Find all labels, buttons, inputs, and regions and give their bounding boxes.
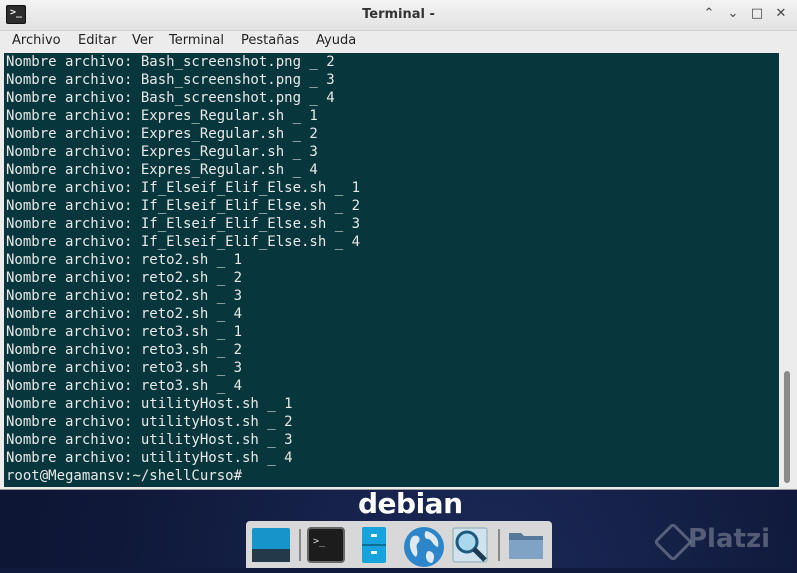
- terminal-line: Nombre archivo: If_Elseif_Elif_Else.sh _…: [6, 234, 361, 250]
- folder-icon[interactable]: [506, 525, 546, 565]
- dock-separator: [498, 529, 500, 561]
- terminal-line: Nombre archivo: If_Elseif_Elif_Else.sh _…: [6, 216, 361, 232]
- minimize-icon[interactable]: ⌄: [725, 6, 741, 22]
- terminal-scrollbar[interactable]: [780, 53, 795, 487]
- menu-terminal[interactable]: Terminal: [169, 33, 224, 48]
- terminal-line: Nombre archivo: reto3.sh _ 2: [6, 342, 243, 358]
- terminal-line: Nombre archivo: Bash_screenshot.png _ 2: [6, 54, 335, 70]
- menu-pestanas[interactable]: Pestañas: [241, 33, 299, 48]
- dock-separator: [299, 529, 301, 561]
- terminal-line: Nombre archivo: reto2.sh _ 3: [6, 288, 243, 304]
- terminal-line: Nombre archivo: Expres_Regular.sh _ 3: [6, 144, 318, 160]
- terminal-output[interactable]: Nombre archivo: Bash_screenshot.png _ 2 N…: [4, 53, 779, 487]
- terminal-window: >_ Terminal - ⌃ ⌄ □ ✕ Archivo Editar Ver…: [0, 0, 797, 490]
- terminal-line: Nombre archivo: Expres_Regular.sh _ 1: [6, 108, 318, 124]
- window-controls: ⌃ ⌄ □ ✕: [701, 6, 789, 22]
- terminal-line: Nombre archivo: utilityHost.sh _ 3: [6, 432, 293, 448]
- show-desktop-icon[interactable]: [251, 525, 291, 565]
- menu-bar: Archivo Editar Ver Terminal Pestañas Ayu…: [0, 31, 797, 53]
- terminal-line: Nombre archivo: utilityHost.sh _ 2: [6, 414, 293, 430]
- debian-logo: debian: [358, 487, 463, 520]
- terminal-line: Nombre archivo: utilityHost.sh _ 1: [6, 396, 293, 412]
- menu-archivo[interactable]: Archivo: [12, 33, 61, 48]
- terminal-line: Nombre archivo: reto3.sh _ 4: [6, 378, 243, 394]
- window-title: Terminal -: [362, 7, 435, 22]
- terminal-icon[interactable]: >_: [306, 525, 346, 565]
- terminal-line: Nombre archivo: Bash_screenshot.png _ 3: [6, 72, 335, 88]
- menu-editar[interactable]: Editar: [78, 33, 117, 48]
- terminal-line: Nombre archivo: reto2.sh _ 1: [6, 252, 243, 268]
- terminal-line: Nombre archivo: reto3.sh _ 3: [6, 360, 243, 376]
- terminal-text: Nombre archivo: Bash_screenshot.png _ 2 N…: [6, 53, 360, 485]
- roll-up-icon[interactable]: ⌃: [701, 6, 717, 22]
- dock-panel: >_: [246, 521, 552, 568]
- file-manager-icon[interactable]: [354, 525, 394, 565]
- terminal-line: Nombre archivo: Expres_Regular.sh _ 4: [6, 162, 318, 178]
- terminal-line: Nombre archivo: If_Elseif_Elif_Else.sh _…: [6, 198, 361, 214]
- terminal-line: Nombre archivo: utilityHost.sh _ 4: [6, 450, 293, 466]
- terminal-line: Nombre archivo: reto2.sh _ 2: [6, 270, 243, 286]
- scrollbar-thumb[interactable]: [784, 371, 790, 483]
- close-icon[interactable]: ✕: [773, 6, 789, 22]
- platzi-watermark: Platzi: [688, 524, 770, 554]
- title-bar[interactable]: >_ Terminal - ⌃ ⌄ □ ✕: [0, 0, 797, 31]
- terminal-line: Nombre archivo: Bash_screenshot.png _ 4: [6, 90, 335, 106]
- terminal-line: Nombre archivo: Expres_Regular.sh _ 2: [6, 126, 318, 142]
- terminal-line: Nombre archivo: reto3.sh _ 1: [6, 324, 243, 340]
- menu-ayuda[interactable]: Ayuda: [316, 33, 356, 48]
- menu-ver[interactable]: Ver: [132, 33, 153, 48]
- app-finder-icon[interactable]: [450, 525, 490, 565]
- terminal-line: Nombre archivo: reto2.sh _ 4: [6, 306, 243, 322]
- maximize-icon[interactable]: □: [749, 6, 765, 22]
- svg-text:>_: >_: [313, 536, 326, 547]
- shell-prompt: root@Megamansv:~/shellCurso#: [6, 468, 243, 484]
- web-browser-icon[interactable]: [402, 525, 444, 567]
- terminal-line: Nombre archivo: If_Elseif_Elif_Else.sh _…: [6, 180, 361, 196]
- watermark-text: Platzi: [688, 524, 770, 554]
